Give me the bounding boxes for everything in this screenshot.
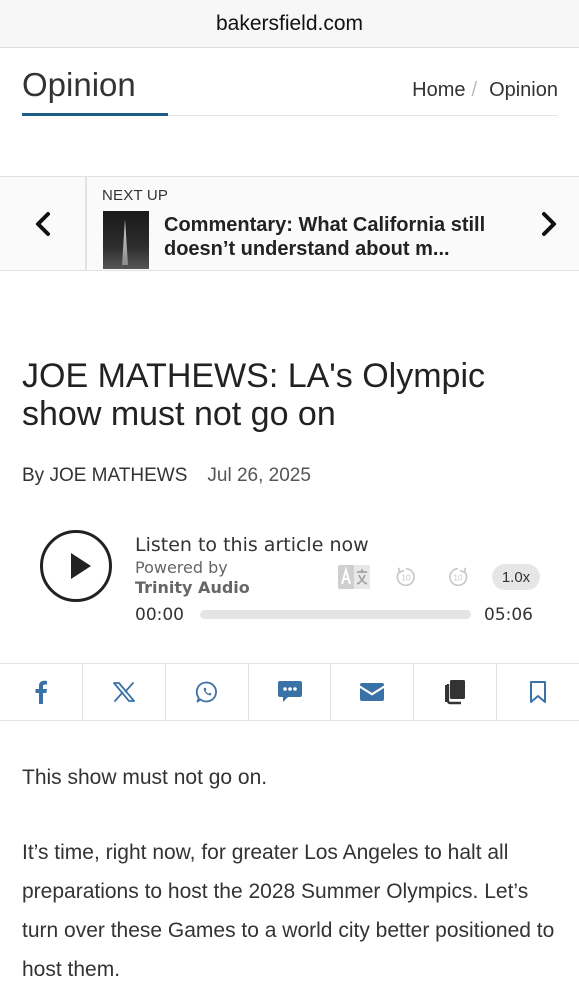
share-whatsapp-button[interactable]: [166, 664, 249, 720]
play-button[interactable]: [40, 530, 112, 602]
bookmark-icon: [530, 681, 547, 703]
translate-icon: [338, 565, 370, 589]
article-paragraph: It’s time, right now, for greater Los An…: [22, 841, 555, 981]
current-time: 00:00: [135, 605, 184, 625]
browser-url-bar[interactable]: bakersfield.com: [0, 0, 579, 48]
facebook-icon: [35, 680, 47, 704]
breadcrumb-home-link[interactable]: Home: [412, 79, 465, 102]
copy-link-button[interactable]: [414, 664, 498, 720]
chevron-right-icon: [542, 211, 556, 236]
next-article-button[interactable]: [519, 177, 579, 270]
share-x-button[interactable]: [83, 664, 166, 720]
share-sms-button[interactable]: [249, 664, 332, 720]
playback-speed-button[interactable]: 1.0x: [492, 564, 540, 590]
powered-by-text: Powered by Trinity Audio: [135, 558, 250, 598]
breadcrumb: Home / Opinion: [412, 79, 558, 102]
skip-back-button[interactable]: 10: [394, 565, 418, 589]
breadcrumb-opinion-link[interactable]: Opinion: [489, 79, 558, 102]
author-link[interactable]: By JOE MATHEWS: [22, 465, 187, 487]
article-body: This show must not go on. It’s time, rig…: [22, 758, 562, 1000]
share-email-button[interactable]: [331, 664, 415, 720]
section-header: Opinion Home / Opinion: [22, 48, 558, 116]
previous-article-button[interactable]: [0, 177, 87, 270]
article-byline: By JOE MATHEWS Jul 26, 2025: [22, 465, 311, 487]
chevron-left-icon: [35, 211, 50, 236]
sms-icon: [277, 681, 302, 702]
bookmark-button[interactable]: [497, 664, 579, 720]
translate-button[interactable]: [338, 565, 370, 589]
article-title: JOE MATHEWS: LA's Olympic show must not …: [22, 357, 486, 433]
share-facebook-button[interactable]: [0, 664, 83, 720]
next-up-label: NEXT UP: [102, 187, 169, 204]
copy-icon: [445, 680, 466, 705]
listen-text: Listen to this article now: [135, 534, 369, 556]
section-title: Opinion: [22, 66, 136, 103]
x-icon: [112, 682, 135, 702]
forward-10-icon: 10: [449, 567, 468, 587]
duration: 05:06: [484, 605, 533, 625]
section-underline: [22, 113, 168, 116]
next-up-panel: NEXT UP Commentary: What California stil…: [0, 176, 579, 271]
provider-name[interactable]: Trinity Audio: [135, 578, 250, 597]
breadcrumb-separator: /: [471, 79, 478, 101]
audio-progress-bar[interactable]: [200, 610, 471, 619]
publish-date: Jul 26, 2025: [207, 465, 311, 486]
powered-by-label: Powered by: [135, 558, 228, 577]
url-text: bakersfield.com: [215, 11, 364, 35]
next-up-thumbnail[interactable]: [103, 211, 149, 269]
rewind-10-icon: 10: [396, 567, 415, 587]
skip-back-seconds: 10: [401, 573, 411, 583]
skip-forward-button[interactable]: 10: [446, 565, 470, 589]
audio-player: Listen to this article now Powered by Tr…: [40, 528, 540, 632]
email-icon: [360, 683, 385, 701]
share-bar: [0, 663, 579, 721]
article-paragraph: This show must not go on.: [22, 766, 268, 789]
whatsapp-icon: [195, 681, 217, 703]
skip-forward-seconds: 10: [453, 573, 463, 583]
next-up-headline-link[interactable]: Commentary: What California still doesn’…: [164, 213, 494, 261]
